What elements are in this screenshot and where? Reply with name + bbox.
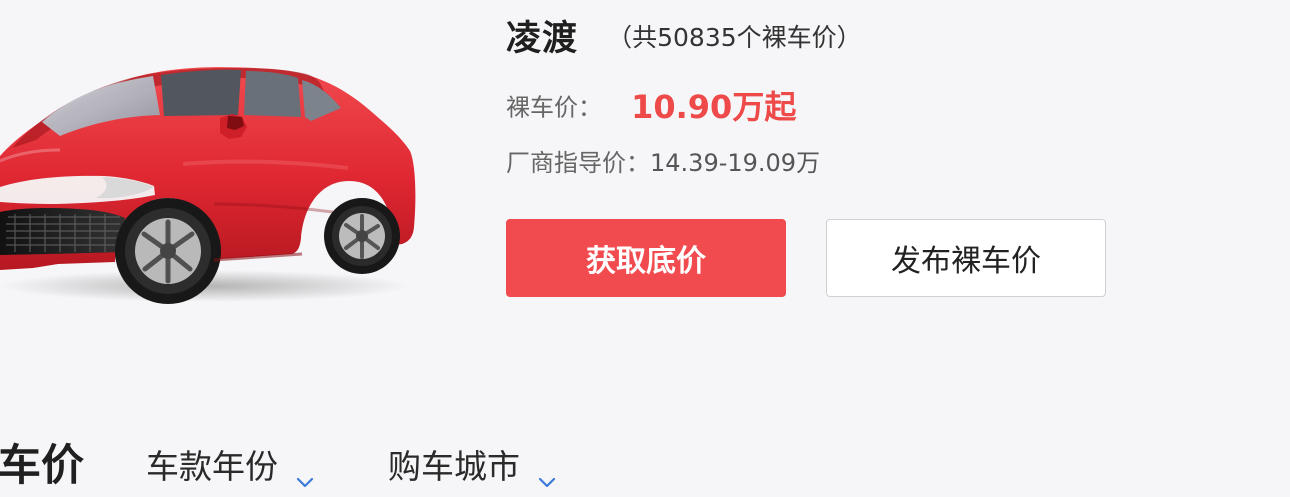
get-lowest-price-button-label: 获取底价 [586, 244, 706, 279]
filter-model-year[interactable]: 车款年份 [146, 440, 314, 488]
chevron-down-icon [296, 458, 314, 488]
price-count-text: （共50835个裸车价） [607, 22, 862, 52]
price-row: 裸车价： 10.90万起 [506, 82, 796, 128]
filter-purchase-city-label: 购车城市 [388, 447, 520, 486]
publish-price-button-label: 发布裸车价 [891, 244, 1041, 279]
filter-purchase-city[interactable]: 购车城市 [388, 440, 556, 488]
get-lowest-price-button[interactable]: 获取底价 [506, 219, 786, 297]
publish-price-button[interactable]: 发布裸车价 [826, 219, 1106, 297]
title-row: 凌渡 （共50835个裸车价） [506, 10, 862, 61]
guide-price-label: 厂商指导价： [506, 149, 650, 177]
price-value: 10.90万起 [631, 88, 797, 126]
guide-price-row: 厂商指导价：14.39-19.09万 [506, 143, 820, 178]
car-image [0, 58, 430, 308]
filter-model-year-label: 车款年份 [146, 447, 278, 486]
price-label: 裸车价： [506, 93, 602, 122]
guide-price-value: 14.39-19.09万 [650, 149, 821, 177]
car-name: 凌渡 [506, 19, 579, 59]
section-title: 车价 [0, 441, 84, 491]
chevron-down-icon [538, 458, 556, 488]
